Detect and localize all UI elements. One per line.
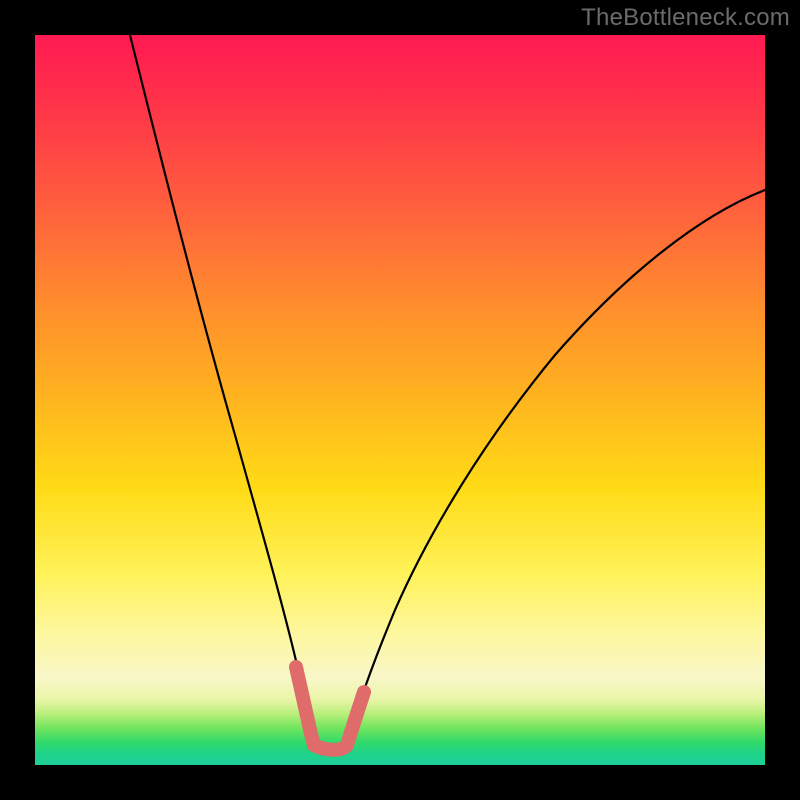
left-curve (130, 35, 314, 745)
plot-area (35, 35, 765, 765)
curve-layer (35, 35, 765, 765)
pink-segment-right (347, 692, 364, 745)
right-curve (347, 190, 765, 745)
watermark-text: TheBottleneck.com (581, 4, 790, 32)
pink-segment-left (296, 667, 314, 745)
chart-container: TheBottleneck.com (0, 0, 800, 800)
